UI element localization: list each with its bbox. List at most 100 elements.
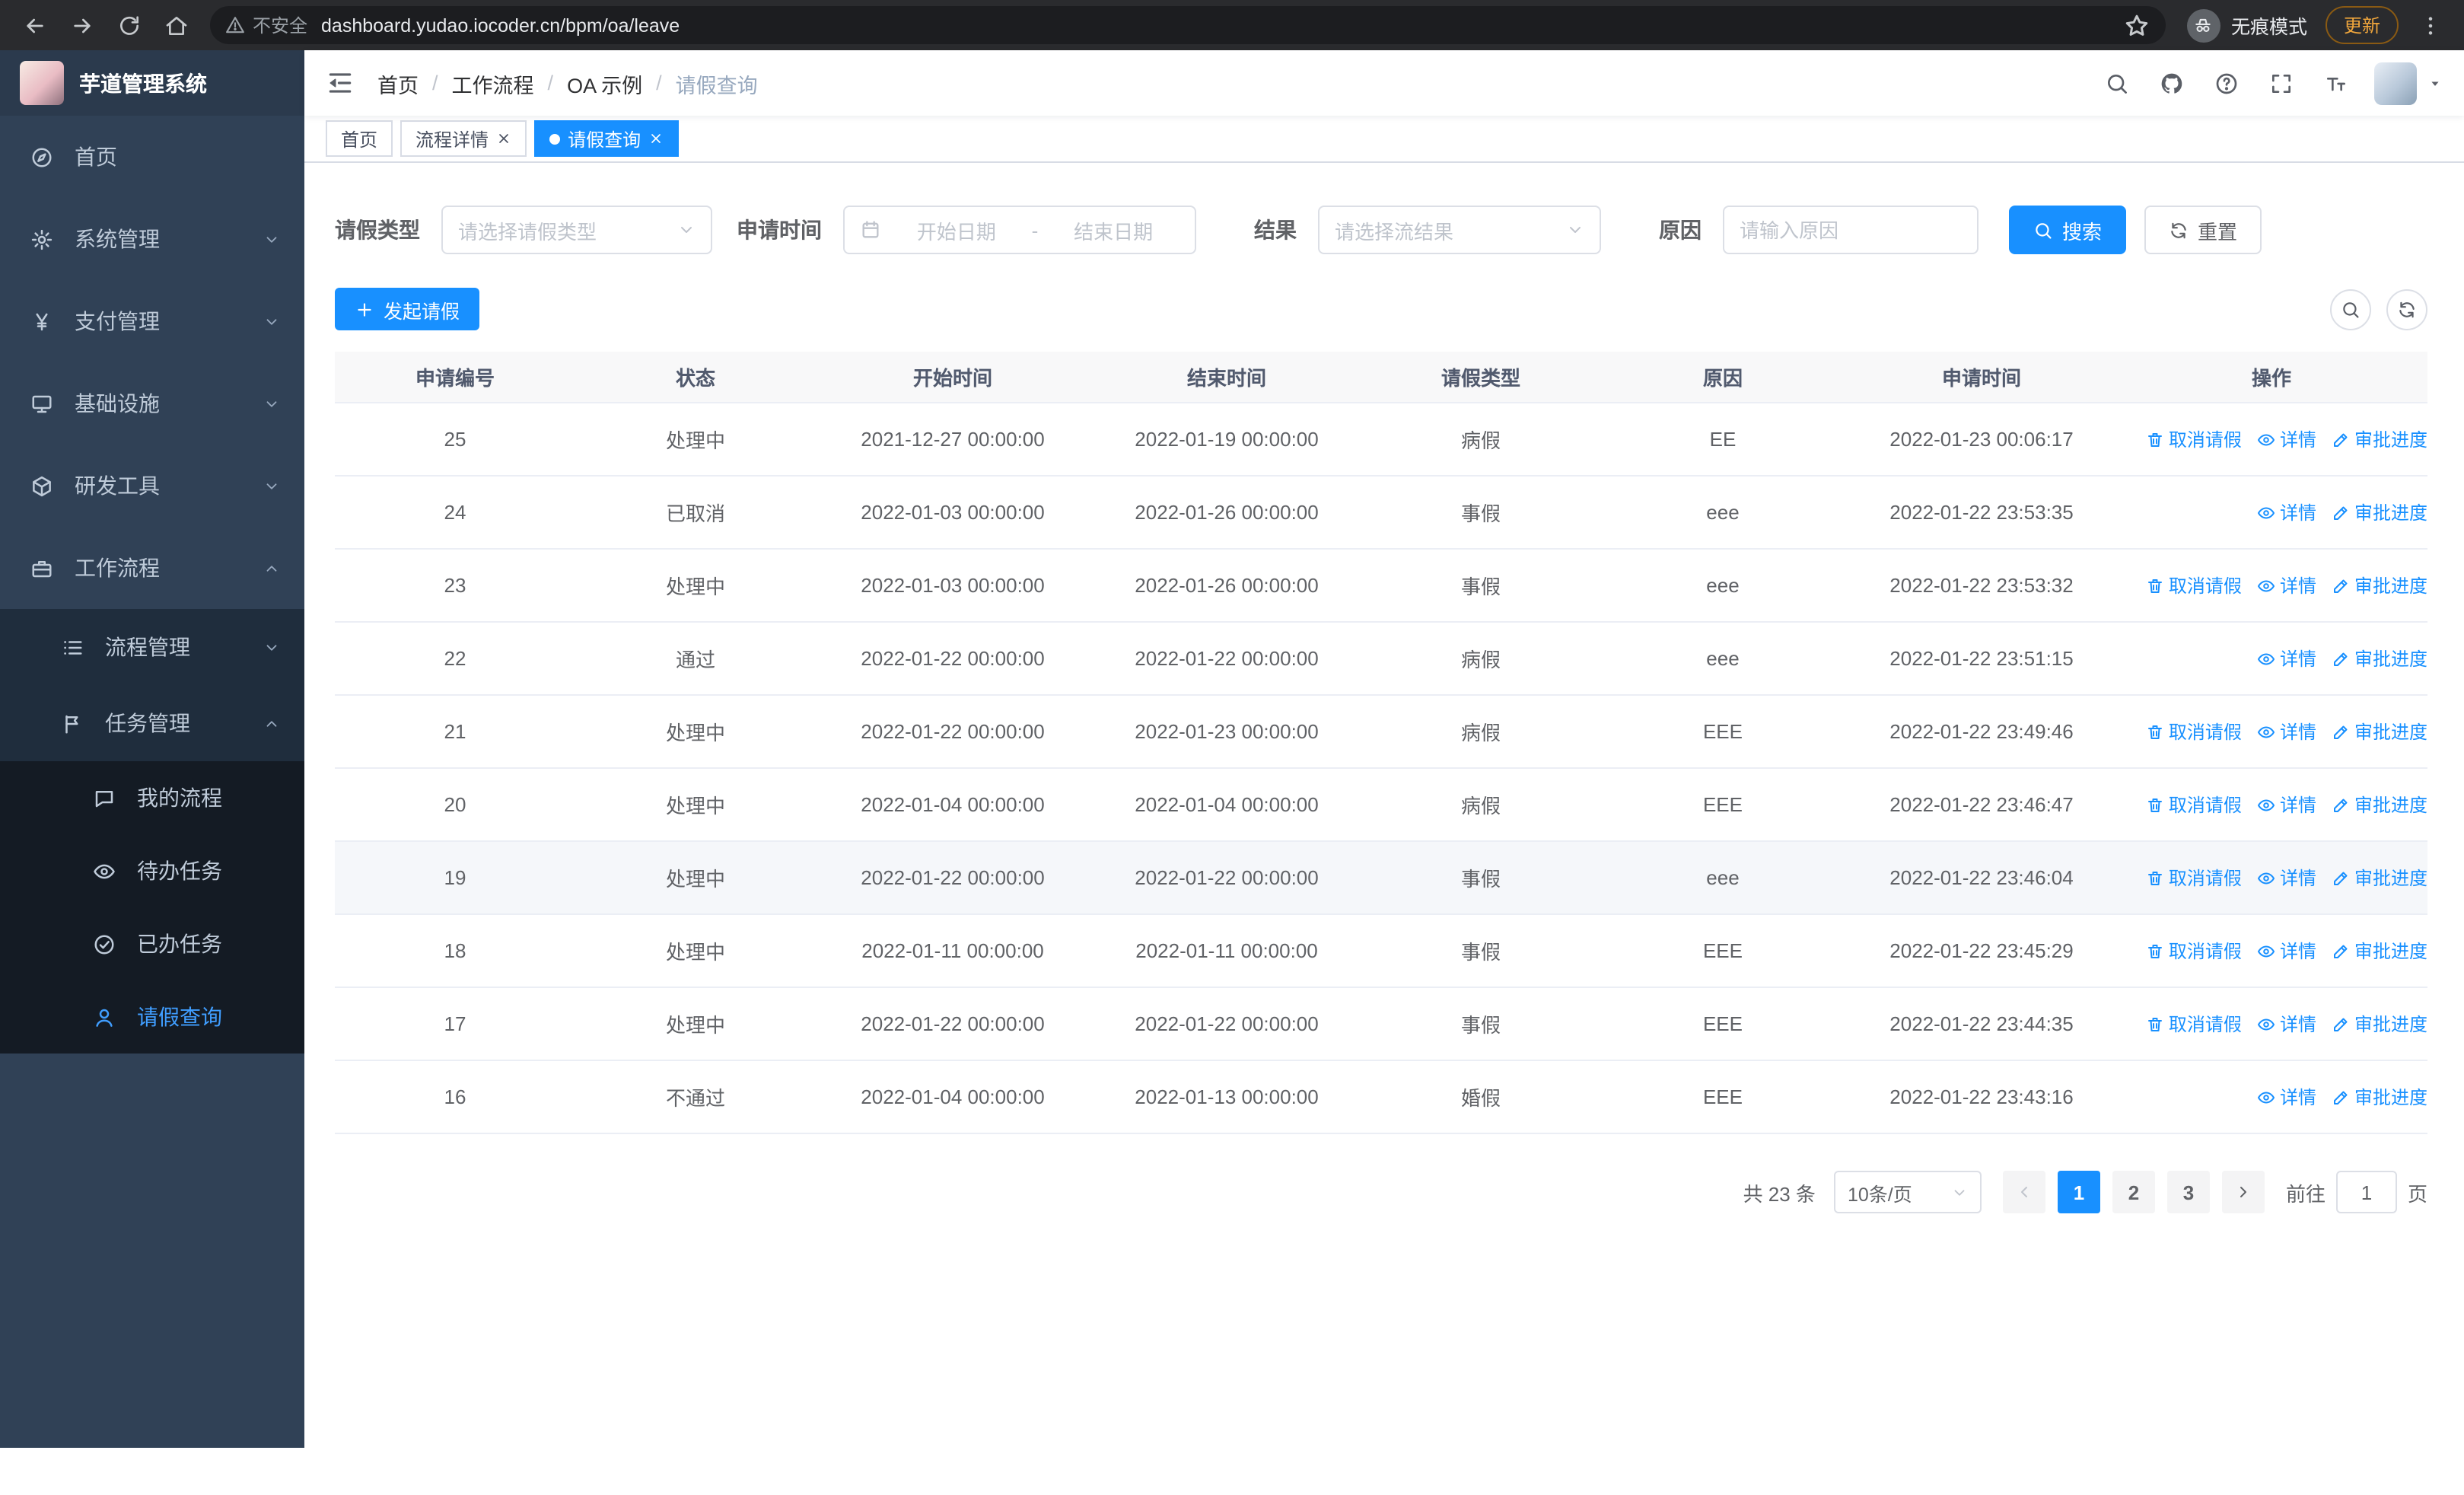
approval-progress-link[interactable]: 审批进度: [2332, 1084, 2427, 1110]
reset-button[interactable]: 重置: [2144, 206, 2262, 254]
approval-progress-link[interactable]: 审批进度: [2332, 426, 2427, 452]
detail-link[interactable]: 详情: [2257, 1084, 2316, 1110]
create-leave-button[interactable]: 发起请假: [335, 288, 480, 330]
table-row[interactable]: 19 处理中 2022-01-22 00:00:00 2022-01-22 00:00…: [335, 842, 2427, 915]
header-question-icon[interactable]: [2213, 70, 2239, 96]
header-github-icon[interactable]: [2158, 70, 2184, 96]
back-button[interactable]: [15, 6, 53, 44]
page-button-3[interactable]: 3: [2166, 1171, 2210, 1213]
table-row[interactable]: 22 通过 2022-01-22 00:00:00 2022-01-22 00:00:…: [335, 623, 2427, 696]
header-search-icon[interactable]: [2103, 70, 2129, 96]
sidebar-item[interactable]: 请假查询: [0, 980, 304, 1054]
table-row[interactable]: 24 已取消 2022-01-03 00:00:00 2022-01-26 00:00…: [335, 477, 2427, 550]
action-label: 取消请假: [2168, 868, 2242, 889]
caret-down-icon[interactable]: [2427, 75, 2443, 91]
approval-progress-link[interactable]: 审批进度: [2332, 1011, 2427, 1037]
browser-menu-button[interactable]: [2411, 6, 2449, 44]
tags-view-item[interactable]: 首页: [326, 120, 393, 157]
home-button[interactable]: [157, 6, 195, 44]
table-row[interactable]: 20 处理中 2022-01-04 00:00:00 2022-01-04 00:00…: [335, 769, 2427, 842]
sidebar-item[interactable]: 任务管理: [0, 685, 304, 761]
user-avatar[interactable]: [2374, 62, 2417, 104]
header-font-size-icon[interactable]: [2322, 70, 2348, 96]
detail-link[interactable]: 详情: [2257, 865, 2316, 891]
sidebar-item[interactable]: 支付管理: [0, 280, 304, 362]
detail-link[interactable]: 详情: [2257, 572, 2316, 598]
refresh-table-button[interactable]: [2386, 288, 2427, 330]
sidebar-item[interactable]: 我的流程: [0, 761, 304, 834]
table-row[interactable]: 16 不通过 2022-01-04 00:00:00 2022-01-13 00:00…: [335, 1061, 2427, 1134]
approval-progress-link[interactable]: 审批进度: [2332, 499, 2427, 525]
logo[interactable]: 芋道管理系统: [0, 50, 304, 116]
detail-link[interactable]: 详情: [2257, 938, 2316, 964]
table-row[interactable]: 17 处理中 2022-01-22 00:00:00 2022-01-22 00:00…: [335, 988, 2427, 1061]
page-size-select[interactable]: 10条/页: [1833, 1171, 1982, 1213]
view-icon: [2257, 795, 2275, 814]
cancel-leave-link[interactable]: 取消请假: [2146, 938, 2242, 964]
table-row[interactable]: 25 处理中 2021-12-27 00:00:00 2022-01-19 00:00…: [335, 403, 2427, 477]
tags-view-item[interactable]: 流程详情: [400, 120, 527, 157]
detail-link[interactable]: 详情: [2257, 1011, 2316, 1037]
detail-link[interactable]: 详情: [2257, 426, 2316, 452]
approval-progress-link[interactable]: 审批进度: [2332, 719, 2427, 744]
page-button-1[interactable]: 1: [2057, 1171, 2100, 1213]
breadcrumb-item[interactable]: 首页: [377, 68, 419, 98]
tags-view-item[interactable]: 请假查询: [534, 120, 680, 157]
update-button[interactable]: 更新: [2325, 6, 2399, 44]
cancel-leave-link[interactable]: 取消请假: [2146, 719, 2242, 744]
leave-type-select[interactable]: 请选择请假类型: [441, 206, 712, 254]
sidebar-item[interactable]: 已办任务: [0, 907, 304, 980]
table-row[interactable]: 21 处理中 2022-01-22 00:00:00 2022-01-23 00:00…: [335, 696, 2427, 769]
search-button[interactable]: 搜索: [2009, 206, 2127, 254]
approval-progress-link[interactable]: 审批进度: [2332, 938, 2427, 964]
approval-progress-link[interactable]: 审批进度: [2332, 572, 2427, 598]
next-page-button[interactable]: [2221, 1171, 2265, 1213]
close-icon[interactable]: [648, 131, 664, 146]
reload-button[interactable]: [110, 6, 148, 44]
header-fullscreen-icon[interactable]: [2268, 70, 2294, 96]
sidebar-item[interactable]: 待办任务: [0, 834, 304, 907]
approval-progress-link[interactable]: 审批进度: [2332, 645, 2427, 671]
approval-progress-link[interactable]: 审批进度: [2332, 865, 2427, 891]
detail-link[interactable]: 详情: [2257, 645, 2316, 671]
page-button-2[interactable]: 2: [2112, 1171, 2155, 1213]
cell-end-time: 2022-01-22 00:00:00: [1135, 647, 1319, 670]
bookmark-star-icon[interactable]: [2123, 11, 2150, 39]
cancel-leave-link[interactable]: 取消请假: [2146, 792, 2242, 818]
table-row[interactable]: 23 处理中 2022-01-03 00:00:00 2022-01-26 00:00…: [335, 550, 2427, 623]
result-select[interactable]: 请选择流结果: [1318, 206, 1601, 254]
sidebar-fold-button[interactable]: [326, 69, 355, 97]
sidebar-item[interactable]: 研发工具: [0, 445, 304, 527]
detail-link[interactable]: 详情: [2257, 792, 2316, 818]
address-bar[interactable]: 不安全 dashboard.yudao.iocoder.cn/bpm/oa/le…: [210, 6, 2166, 44]
forward-button[interactable]: [62, 6, 100, 44]
reload-icon: [116, 13, 141, 37]
action-label: 详情: [2279, 941, 2316, 962]
security-chip[interactable]: 不安全: [225, 12, 307, 38]
breadcrumb-item[interactable]: OA 示例: [567, 68, 642, 98]
detail-link[interactable]: 详情: [2257, 719, 2316, 744]
sidebar-item[interactable]: 首页: [0, 116, 304, 198]
breadcrumb-item[interactable]: 工作流程: [452, 68, 534, 98]
prev-page-button[interactable]: [2002, 1171, 2045, 1213]
cancel-leave-link[interactable]: 取消请假: [2146, 572, 2242, 598]
apply-time-range-picker[interactable]: 开始日期 - 结束日期: [843, 206, 1196, 254]
reason-input[interactable]: [1723, 206, 1979, 254]
cancel-leave-link[interactable]: 取消请假: [2146, 865, 2242, 891]
approval-progress-link[interactable]: 审批进度: [2332, 792, 2427, 818]
goto-page-input[interactable]: [2335, 1171, 2397, 1213]
close-icon[interactable]: [496, 131, 511, 146]
check-circle-icon: [93, 932, 116, 955]
action-label: 取消请假: [2168, 941, 2242, 962]
toggle-search-button[interactable]: [2330, 288, 2371, 330]
cancel-leave-link[interactable]: 取消请假: [2146, 426, 2242, 452]
sidebar-item[interactable]: 基础设施: [0, 362, 304, 445]
cancel-leave-link[interactable]: 取消请假: [2146, 1011, 2242, 1037]
sidebar-item[interactable]: 系统管理: [0, 198, 304, 280]
sidebar-item[interactable]: 流程管理: [0, 609, 304, 685]
table-row[interactable]: 18 处理中 2022-01-11 00:00:00 2022-01-11 00:00…: [335, 915, 2427, 988]
cell-apply-time: 2022-01-22 23:53:32: [1889, 574, 2074, 597]
detail-link[interactable]: 详情: [2257, 499, 2316, 525]
sidebar-item[interactable]: 工作流程: [0, 527, 304, 609]
navbar: 首页 / 工作流程 / OA 示例 / 请假查询: [304, 50, 2464, 116]
